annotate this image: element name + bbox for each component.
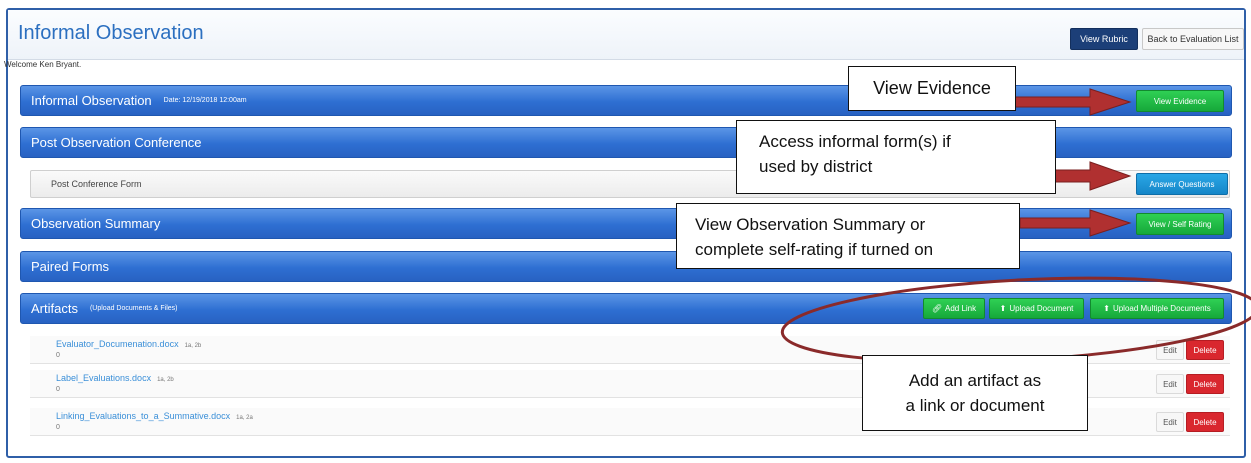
artifact-link[interactable]: Evaluator_Documenation.docx 1a, 2b: [56, 339, 201, 349]
artifact-count: 0: [56, 386, 60, 393]
view-self-rating-button[interactable]: View / Self Rating: [1136, 213, 1224, 235]
callout-add-artifact: Add an artifact as a link or document: [862, 355, 1088, 431]
form-label: Post Conference Form: [51, 179, 142, 189]
artifact-link[interactable]: Label_Evaluations.docx 1a, 2b: [56, 373, 174, 383]
edit-button[interactable]: Edit: [1156, 340, 1184, 360]
welcome-message: Welcome Ken Bryant.: [4, 60, 82, 69]
callout-line: Access informal form(s) if: [759, 132, 951, 151]
section-paired-forms[interactable]: Paired Forms: [20, 251, 1232, 282]
callout-informal-forms: Access informal form(s) if used by distr…: [736, 120, 1056, 194]
callout-line: used by district: [759, 157, 873, 176]
page-title: Informal Observation: [18, 22, 204, 44]
section-title: Paired Forms: [31, 259, 110, 274]
delete-button[interactable]: Delete: [1186, 374, 1224, 394]
callout-line: complete self-rating if turned on: [695, 240, 934, 259]
section-observation-summary[interactable]: Observation Summary: [20, 208, 1232, 239]
callout-view-evidence: View Evidence: [848, 66, 1016, 111]
artifact-count: 0: [56, 352, 60, 359]
delete-button[interactable]: Delete: [1186, 412, 1224, 432]
callout-observation-summary: View Observation Summary or complete sel…: [676, 203, 1020, 269]
button-label: Upload Document: [1009, 304, 1074, 313]
view-rubric-button[interactable]: View Rubric: [1070, 28, 1138, 50]
edit-button[interactable]: Edit: [1156, 412, 1184, 432]
button-label: Add Link: [945, 304, 977, 313]
section-title: Post Observation Conference: [31, 135, 202, 150]
back-to-evaluation-list-button[interactable]: Back to Evaluation List: [1142, 28, 1244, 50]
upload-multiple-documents-button[interactable]: ⬆︎ Upload Multiple Documents: [1090, 298, 1224, 319]
upload-document-button[interactable]: ⬆︎ Upload Document: [989, 298, 1084, 319]
answer-questions-button[interactable]: Answer Questions: [1136, 173, 1228, 195]
upload-icon: ⬆︎: [1103, 304, 1110, 313]
button-label: Upload Multiple Documents: [1112, 304, 1211, 313]
artifact-tags: 1a, 2b: [184, 343, 202, 349]
delete-button[interactable]: Delete: [1186, 340, 1224, 360]
observation-date: Date: 12/19/2018 12:00am: [163, 97, 247, 104]
edit-button[interactable]: Edit: [1156, 374, 1184, 394]
callout-line: View Observation Summary or: [695, 215, 926, 234]
section-title: Artifacts: [31, 301, 78, 316]
artifact-count: 0: [56, 424, 60, 431]
section-informal-observation[interactable]: Informal Observation Date: 12/19/2018 12…: [20, 85, 1232, 116]
artifact-tags: 1a, 2a: [236, 415, 253, 421]
section-title: Observation Summary: [31, 216, 161, 231]
section-title: Informal Observation: [31, 93, 152, 108]
artifact-link[interactable]: Linking_Evaluations_to_a_Summative.docx 1…: [56, 411, 253, 421]
add-link-button[interactable]: 🔗︎ Add Link: [923, 298, 985, 319]
callout-line: Add an artifact as: [908, 371, 1042, 390]
view-evidence-button[interactable]: View Evidence: [1136, 90, 1224, 112]
callout-line: a link or document: [905, 396, 1045, 415]
top-bar: Informal Observation View Rubric Back to…: [8, 10, 1244, 60]
artifact-tags: 1a, 2b: [157, 377, 174, 383]
link-icon: 🔗︎: [931, 304, 942, 313]
section-subtitle: (Upload Documents & Files): [89, 305, 178, 312]
upload-icon: ⬆︎: [999, 304, 1007, 313]
